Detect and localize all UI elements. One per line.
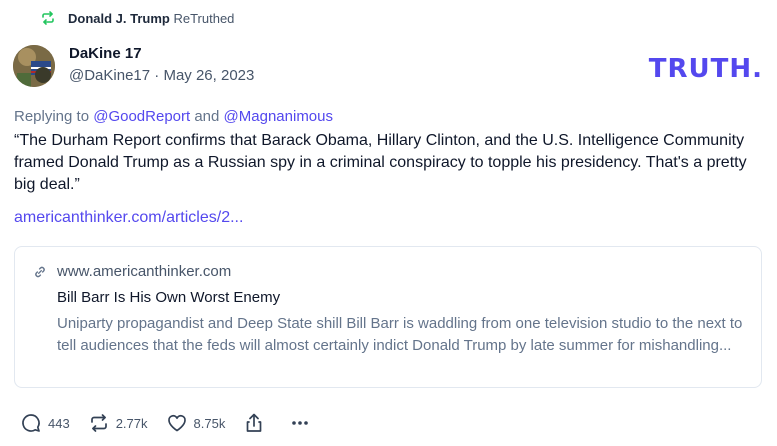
share-button[interactable]: [243, 412, 271, 434]
reply-icon: [20, 412, 42, 434]
like-button[interactable]: 8.75k: [166, 412, 226, 434]
avatar[interactable]: [13, 45, 55, 87]
more-options-button[interactable]: [289, 412, 311, 434]
mention-link[interactable]: @GoodReport: [93, 108, 190, 125]
share-icon: [243, 412, 265, 434]
retruth-count: 2.77k: [115, 415, 148, 431]
replying-to: Replying to @GoodReport and @Magnanimous: [14, 108, 333, 125]
reply-count: 443: [48, 415, 70, 431]
more-icon: [289, 412, 311, 434]
retruth-header: Donald J. Trump ReTruthed: [40, 10, 234, 26]
like-count: 8.75k: [193, 415, 226, 431]
replying-prefix: Replying to: [14, 108, 90, 125]
retruth-icon: [40, 10, 56, 26]
post-text: “The Durham Report confirms that Barack …: [14, 132, 747, 193]
card-description: Uniparty propagandist and Deep State shi…: [57, 315, 743, 354]
retruth-button[interactable]: 2.77k: [88, 412, 148, 434]
replying-joiner: and: [194, 108, 220, 125]
reply-button[interactable]: 443: [20, 412, 70, 434]
link-icon: [33, 265, 47, 279]
card-domain-row: www.americanthinker.com: [33, 263, 231, 280]
author-display-name[interactable]: DaKine 17: [69, 44, 254, 64]
card-title[interactable]: Bill Barr Is His Own Worst Enemy: [57, 289, 280, 306]
post-link[interactable]: americanthinker.com/articles/2...: [14, 209, 243, 227]
mention-link[interactable]: @Magnanimous: [224, 108, 333, 125]
post-author: DaKine 17 @DaKine17 · May 26, 2023: [13, 44, 254, 88]
link-preview-card[interactable]: www.americanthinker.com Bill Barr Is His…: [14, 246, 762, 388]
post-date[interactable]: May 26, 2023: [163, 67, 254, 84]
heart-icon: [166, 412, 188, 434]
post-actions: 443 2.77k 8.75k: [20, 412, 329, 434]
truth-logo: TRUTH.: [648, 54, 763, 84]
author-meta: @DaKine17 · May 26, 2023: [69, 64, 254, 88]
meta-separator: ·: [154, 67, 160, 84]
card-domain: www.americanthinker.com: [57, 263, 232, 280]
retruth-user-name[interactable]: Donald J. Trump: [68, 11, 170, 26]
retruth-label: ReTruthed: [173, 10, 235, 26]
author-handle[interactable]: @DaKine17: [69, 67, 150, 84]
retruth-icon: [88, 412, 110, 434]
